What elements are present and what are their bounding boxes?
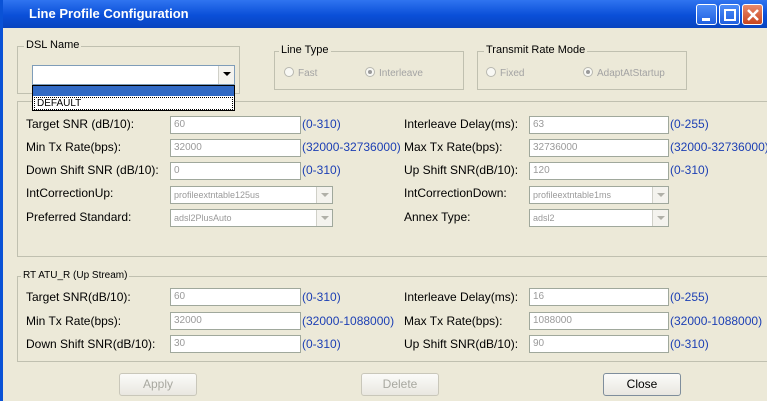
line-type-label: Line Type	[279, 44, 331, 56]
us-min-tx-rate-input[interactable]: 32000	[170, 312, 301, 330]
ds-preferred-standard-dropdown-button[interactable]	[316, 210, 332, 226]
maximize-icon	[724, 9, 736, 21]
ds-max-tx-rate-input[interactable]: 32736000	[529, 139, 669, 157]
radio-label: AdaptAtStartup	[597, 68, 665, 79]
ds-preferred-standard-label: Preferred Standard:	[26, 210, 132, 224]
ds-preferred-standard-select[interactable]: adsl2PlusAuto	[170, 209, 333, 227]
ds-int-correction-down-dropdown-button[interactable]	[652, 187, 668, 203]
ds-int-correction-up-value: profileextntable125us	[174, 190, 260, 200]
us-interleave-delay-input[interactable]: 16	[529, 288, 669, 306]
ds-target-snr-range: (0-310)	[302, 117, 341, 131]
us-min-tx-rate-label: Min Tx Rate(bps):	[26, 314, 122, 328]
ds-annex-type-label: Annex Type:	[404, 210, 471, 224]
dsl-name-dropdown-button[interactable]	[218, 66, 234, 84]
chevron-down-icon	[657, 193, 665, 197]
radio-icon	[284, 67, 294, 77]
dsl-name-select[interactable]	[32, 65, 235, 85]
radio-label: Fast	[298, 68, 318, 79]
chevron-down-icon	[321, 193, 329, 197]
us-interleave-delay-range: (0-255)	[670, 290, 709, 304]
ds-max-tx-rate-label: Max Tx Rate(bps):	[404, 140, 503, 154]
minimize-icon	[702, 18, 710, 21]
chevron-down-icon	[223, 72, 231, 76]
ds-max-tx-rate-range: (32000-32736000)	[670, 140, 767, 154]
rate-mode-adapt-radio[interactable]: AdaptAtStartup	[583, 67, 665, 79]
radio-selected-icon	[365, 67, 375, 77]
transmit-rate-mode-label: Transmit Rate Mode	[484, 44, 588, 56]
ds-int-correction-up-dropdown-button[interactable]	[316, 187, 332, 203]
ds-min-tx-rate-range: (32000-32736000)	[302, 140, 401, 154]
us-min-tx-rate-range: (32000-1088000)	[302, 314, 395, 328]
us-max-tx-rate-label: Max Tx Rate(bps):	[404, 314, 503, 328]
close-window-button[interactable]	[742, 4, 763, 25]
ds-up-shift-snr-range: (0-310)	[670, 163, 709, 177]
dsl-name-dropdown-list: DEFAULT	[32, 85, 235, 111]
ds-int-correction-down-label: IntCorrectionDown:	[404, 186, 507, 200]
rate-mode-fixed-radio[interactable]: Fixed	[486, 67, 524, 79]
delete-button[interactable]: Delete	[361, 373, 439, 396]
upstream-group-label: RT ATU_R (Up Stream)	[21, 270, 130, 281]
us-max-tx-rate-input[interactable]: 1088000	[529, 312, 669, 330]
window-title: Line Profile Configuration	[29, 6, 189, 21]
ds-int-correction-down-select[interactable]: profileextntable1ms	[529, 186, 669, 204]
ds-annex-type-select[interactable]: adsl2	[529, 209, 669, 227]
ds-min-tx-rate-label: Min Tx Rate(bps):	[26, 140, 122, 154]
us-up-shift-snr-label: Up Shift SNR(dB/10):	[404, 337, 519, 351]
us-target-snr-range: (0-310)	[302, 290, 341, 304]
line-profile-window: Line Profile Configuration DSL Name Line…	[0, 0, 767, 401]
ds-target-snr-label: Target SNR (dB/10):	[26, 117, 135, 131]
ds-interleave-delay-input[interactable]: 63	[529, 116, 669, 134]
ds-target-snr-input[interactable]: 60	[170, 116, 301, 134]
close-button[interactable]: Close	[603, 373, 681, 396]
ds-down-shift-snr-input[interactable]: 0	[170, 162, 301, 180]
chevron-down-icon	[321, 216, 329, 220]
ds-down-shift-snr-range: (0-310)	[302, 163, 341, 177]
us-interleave-delay-label: Interleave Delay(ms):	[404, 290, 519, 304]
title-bar: Line Profile Configuration	[3, 0, 767, 28]
radio-label: Interleave	[379, 68, 423, 79]
us-target-snr-label: Target SNR(dB/10):	[26, 290, 131, 304]
ds-interleave-delay-label: Interleave Delay(ms):	[404, 117, 519, 131]
us-down-shift-snr-input[interactable]: 30	[170, 335, 301, 353]
ds-down-shift-snr-label: Down Shift SNR (dB/10):	[26, 163, 159, 177]
close-icon	[747, 9, 759, 21]
radio-selected-icon	[583, 67, 593, 77]
us-down-shift-snr-range: (0-310)	[302, 337, 341, 351]
ds-up-shift-snr-input[interactable]: 120	[529, 162, 669, 180]
minimize-button[interactable]	[696, 4, 717, 25]
ds-annex-type-value: adsl2	[533, 213, 555, 223]
us-target-snr-input[interactable]: 60	[170, 288, 301, 306]
dropdown-option-default[interactable]: DEFAULT	[34, 97, 233, 110]
radio-icon	[486, 67, 496, 77]
radio-label: Fixed	[500, 68, 525, 79]
maximize-button[interactable]	[719, 4, 740, 25]
chevron-down-icon	[657, 216, 665, 220]
us-down-shift-snr-label: Down Shift SNR(dB/10):	[26, 337, 156, 351]
us-up-shift-snr-range: (0-310)	[670, 337, 709, 351]
us-up-shift-snr-input[interactable]: 90	[529, 335, 669, 353]
line-type-interleave-radio[interactable]: Interleave	[365, 67, 423, 79]
dsl-name-label: DSL Name	[24, 39, 82, 51]
ds-int-correction-up-label: IntCorrectionUp:	[26, 186, 114, 200]
ds-preferred-standard-value: adsl2PlusAuto	[174, 213, 232, 223]
dropdown-highlight	[33, 86, 234, 96]
apply-button[interactable]: Apply	[119, 373, 197, 396]
us-max-tx-rate-range: (32000-1088000)	[670, 314, 763, 328]
ds-int-correction-down-value: profileextntable1ms	[533, 190, 612, 200]
ds-int-correction-up-select[interactable]: profileextntable125us	[170, 186, 333, 204]
line-type-fast-radio[interactable]: Fast	[284, 67, 317, 79]
ds-up-shift-snr-label: Up Shift SNR(dB/10):	[404, 163, 519, 177]
ds-annex-type-dropdown-button[interactable]	[652, 210, 668, 226]
ds-min-tx-rate-input[interactable]: 32000	[170, 139, 301, 157]
ds-interleave-delay-range: (0-255)	[670, 117, 709, 131]
